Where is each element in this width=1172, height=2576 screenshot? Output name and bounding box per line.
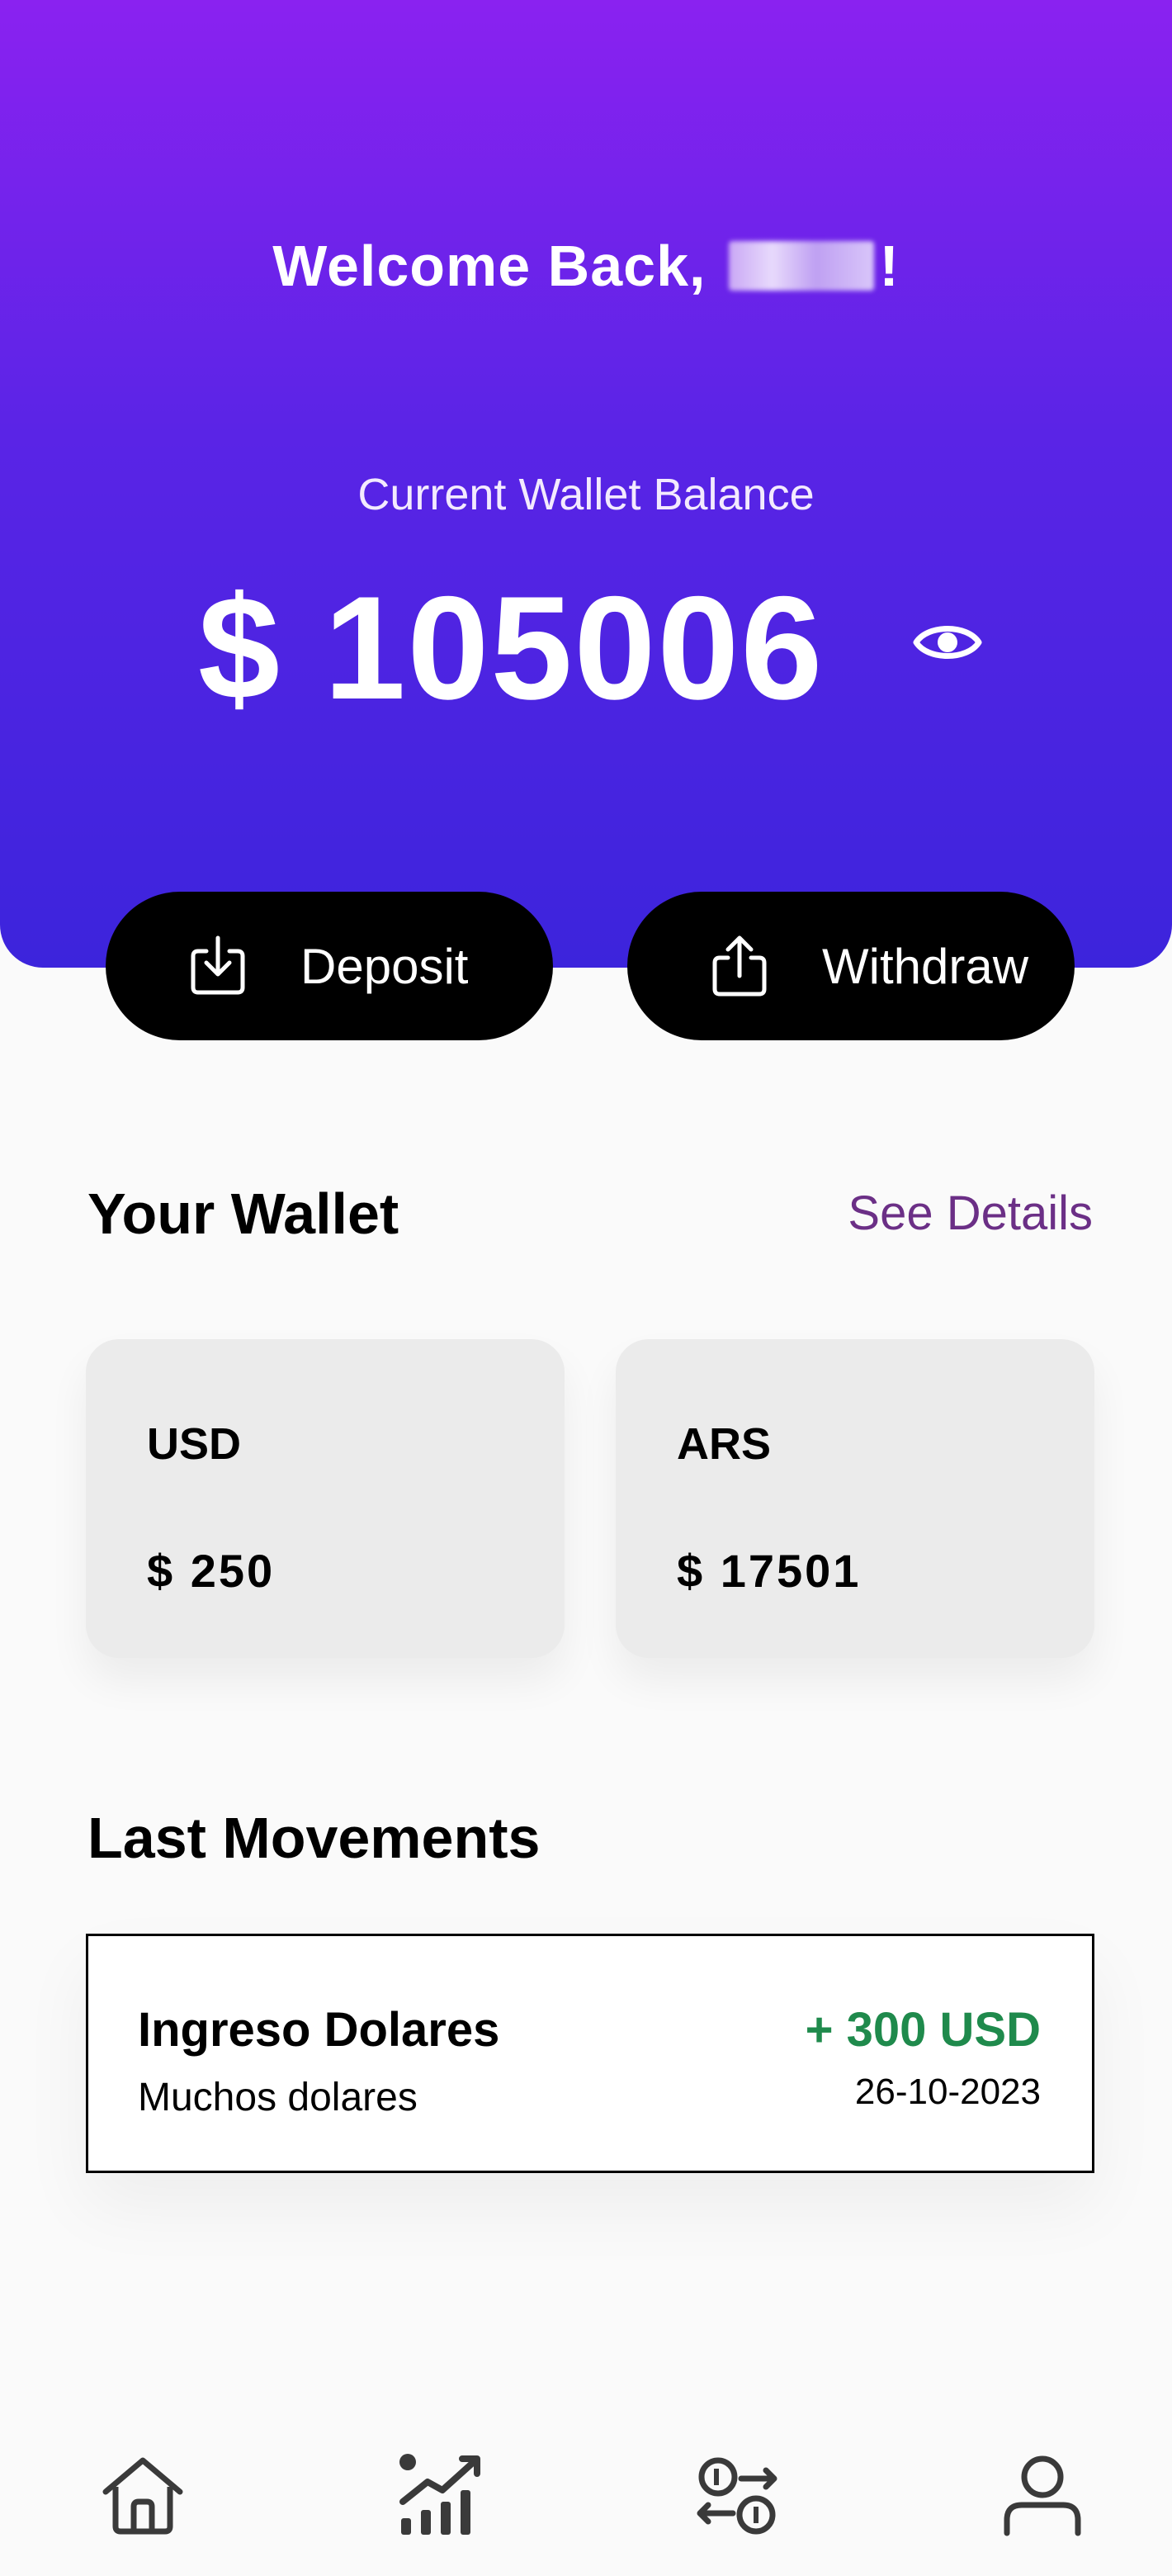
wallet-card-usd[interactable]: USD $ 250 <box>86 1339 565 1658</box>
movement-description: Muchos dolares <box>138 2076 418 2119</box>
wallet-section-title: Your Wallet <box>87 1181 399 1246</box>
welcome-suffix: ! <box>879 234 900 298</box>
currency-amount: $ 17501 <box>677 1545 862 1597</box>
movements-section-title: Last Movements <box>87 1806 541 1870</box>
currency-amount: $ 250 <box>147 1545 276 1597</box>
balance-label: Current Wallet Balance <box>357 470 815 519</box>
redacted-username <box>729 241 875 291</box>
eye-icon[interactable] <box>913 616 982 669</box>
movement-date: 26-10-2023 <box>854 2072 1041 2112</box>
deposit-label: Deposit <box>300 938 469 994</box>
nav-home[interactable] <box>97 2451 188 2541</box>
profile-icon <box>1004 2455 1081 2536</box>
currency-code: ARS <box>677 1419 772 1469</box>
balance-amount: $ 105006 <box>198 566 825 730</box>
deposit-button[interactable]: Deposit <box>106 892 553 1040</box>
download-icon <box>191 935 245 995</box>
movement-amount: + 300 USD <box>805 2003 1041 2057</box>
balance-row: $ 105006 <box>0 570 1172 727</box>
welcome-message: Welcome Back, ! <box>0 233 1172 299</box>
movement-item[interactable]: Ingreso Dolares Muchos dolares + 300 USD… <box>86 1934 1094 2173</box>
home-icon <box>102 2457 183 2535</box>
nav-exchange[interactable] <box>692 2451 782 2541</box>
upload-icon <box>712 935 767 997</box>
withdraw-button[interactable]: Withdraw <box>627 892 1075 1040</box>
withdraw-label: Withdraw <box>822 938 1029 994</box>
exchange-icon <box>697 2457 777 2535</box>
welcome-text: Welcome Back, <box>272 234 707 298</box>
nav-statistics[interactable] <box>395 2451 485 2541</box>
currency-code: USD <box>147 1419 242 1469</box>
chart-icon <box>399 2454 480 2535</box>
nav-profile[interactable] <box>997 2451 1088 2541</box>
wallet-card-ars[interactable]: ARS $ 17501 <box>616 1339 1094 1658</box>
bottom-navigation <box>0 2401 1172 2576</box>
see-details-link[interactable]: See Details <box>848 1186 1093 1241</box>
movement-title: Ingreso Dolares <box>138 2003 500 2057</box>
